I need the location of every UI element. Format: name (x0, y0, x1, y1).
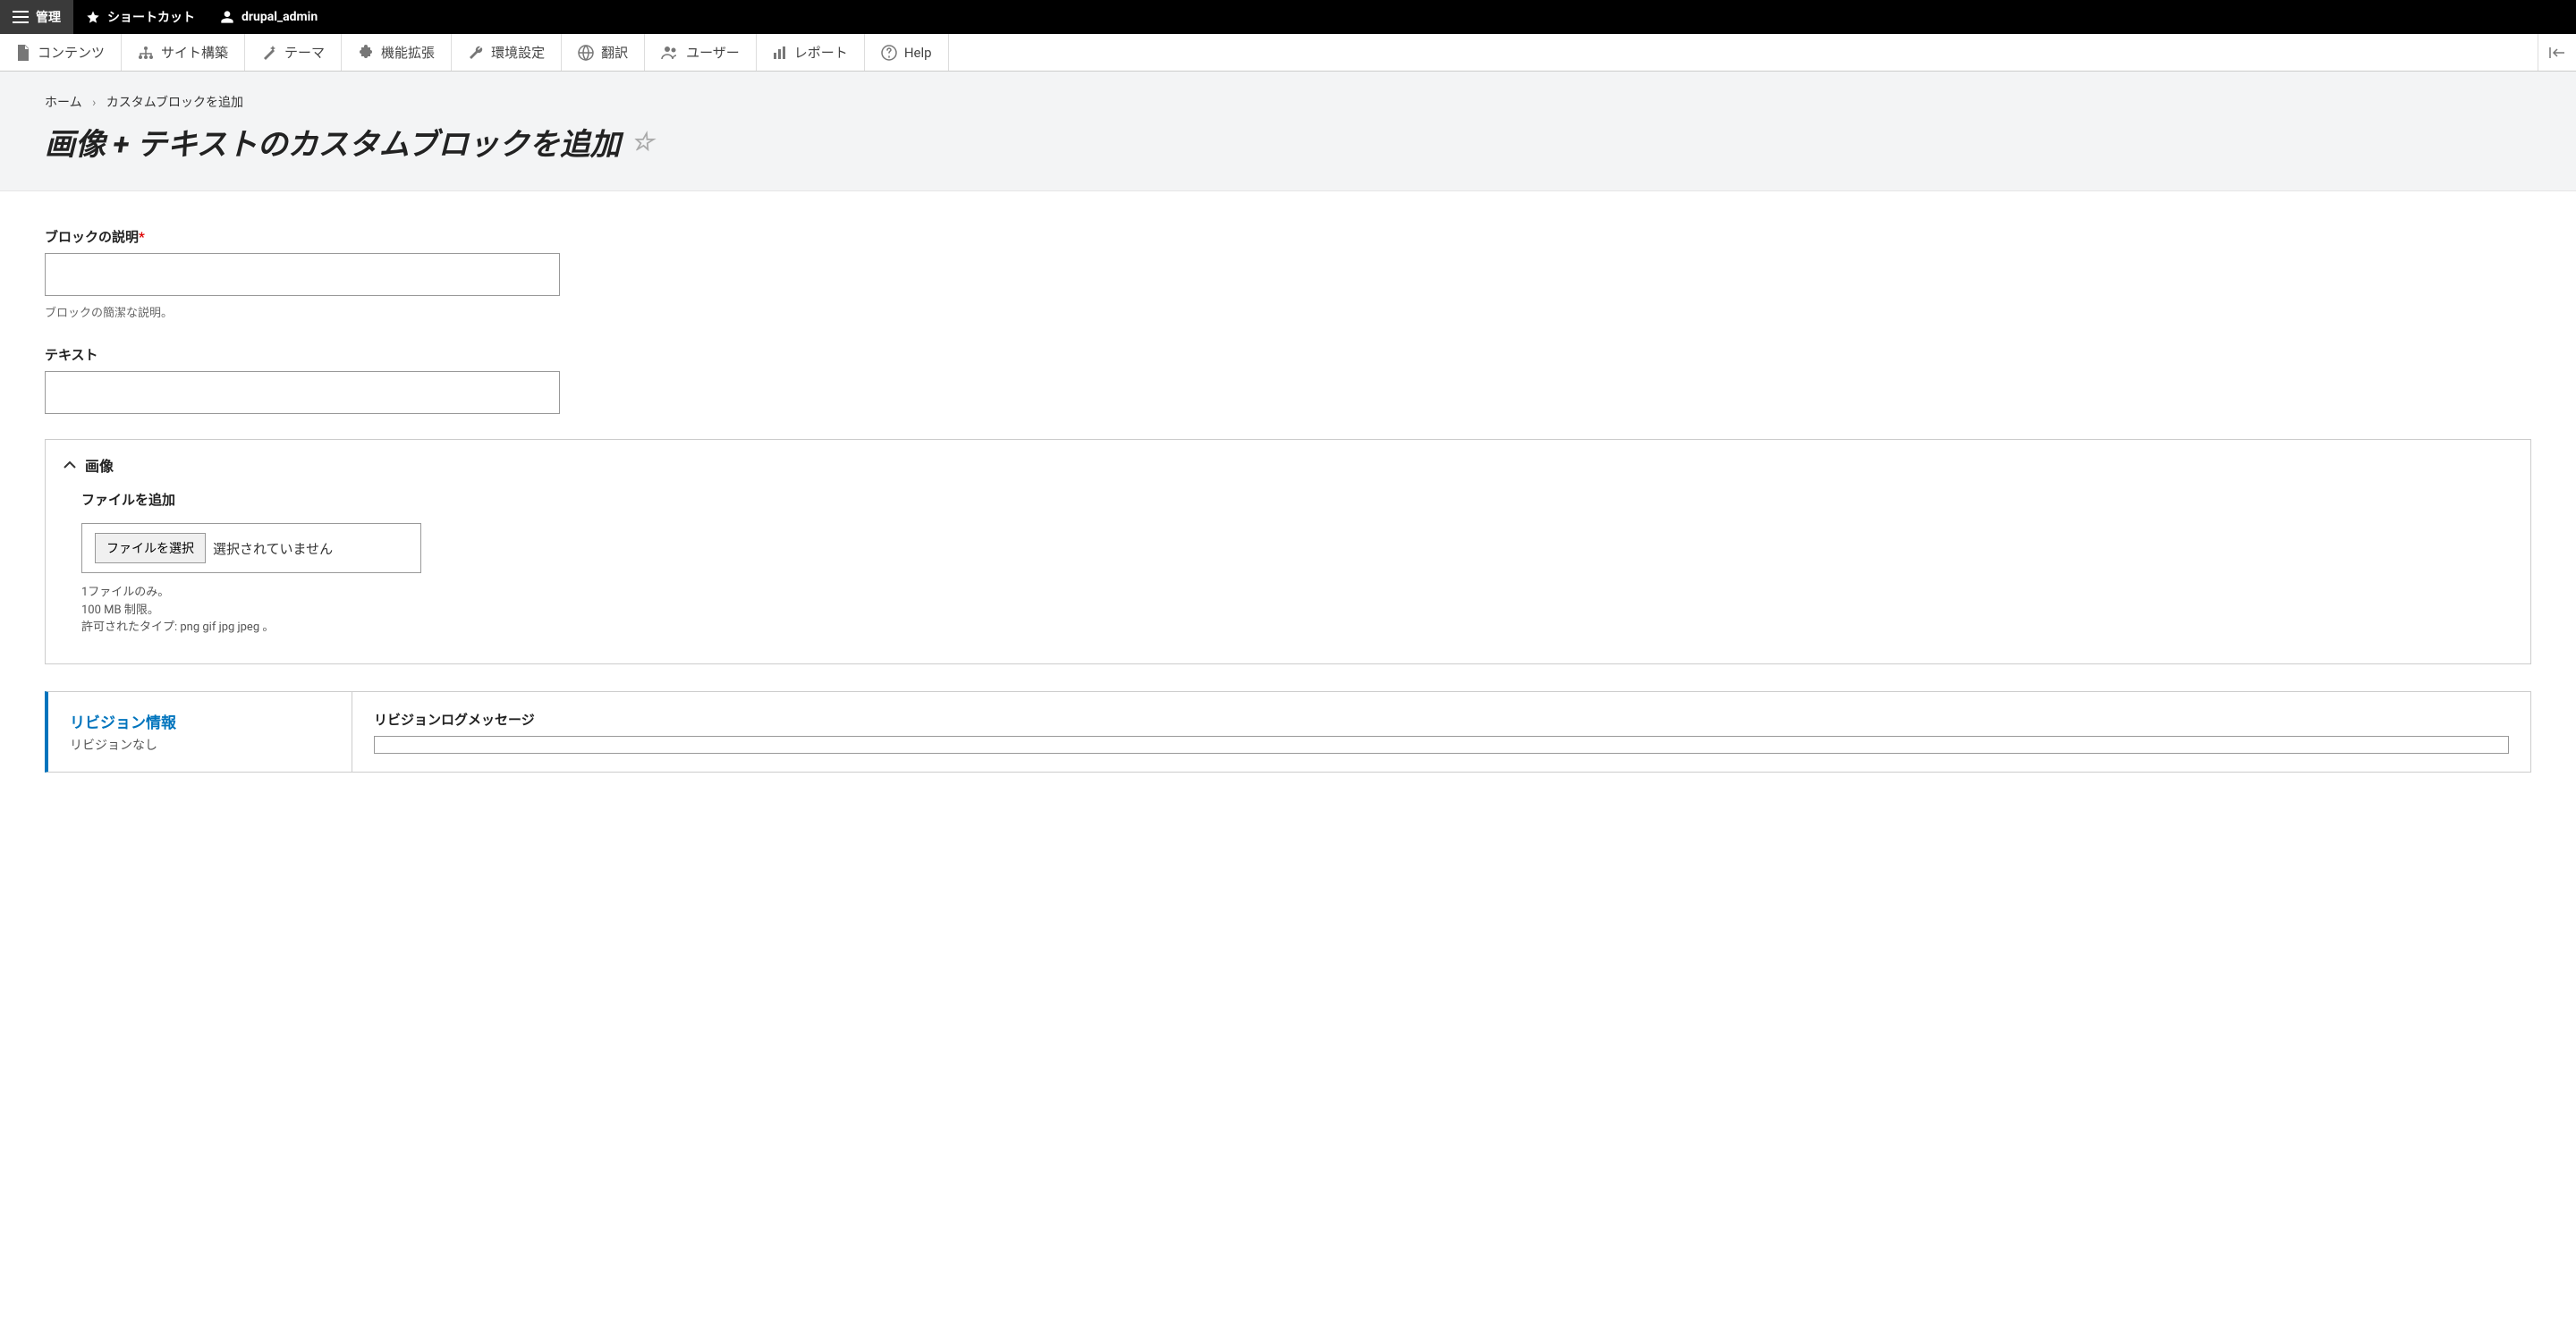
collapse-icon (2549, 46, 2565, 59)
breadcrumb-separator: › (92, 96, 96, 110)
revision-main: リビジョンログメッセージ (352, 692, 2530, 772)
text-input[interactable] (45, 371, 560, 414)
breadcrumb-home[interactable]: ホーム (45, 96, 82, 110)
admin-spacer (949, 34, 2538, 71)
revision-log-label: リビジョンログメッセージ (374, 710, 2509, 729)
chart-icon (773, 46, 787, 60)
admin-help[interactable]: Help (865, 34, 949, 71)
admin-extend-label: 機能拡張 (381, 43, 435, 62)
file-icon (16, 45, 30, 61)
image-fieldset-legend[interactable]: 画像 (46, 440, 2530, 490)
admin-content[interactable]: コンテンツ (0, 34, 122, 71)
block-description-input[interactable] (45, 253, 560, 296)
page-title-text: 画像 + テキストのカスタムブロックを追加 (45, 120, 621, 164)
puzzle-icon (358, 45, 374, 61)
admin-extend[interactable]: 機能拡張 (342, 34, 452, 71)
hamburger-icon (13, 11, 29, 23)
page-title: 画像 + テキストのカスタムブロックを追加 ☆ (45, 120, 2531, 164)
admin-help-label: Help (904, 45, 932, 61)
shortcuts-menu[interactable]: ショートカット (73, 0, 208, 34)
revision-tab[interactable]: リビジョン情報 リビジョンなし (48, 692, 352, 772)
admin-people[interactable]: ユーザー (645, 34, 757, 71)
user-icon (220, 10, 234, 24)
file-hint-count: 1ファイルのみ。 (81, 584, 2495, 602)
file-hints: 1ファイルのみ。 100 MB 制限。 許可されたタイプ: png gif jp… (81, 584, 2495, 637)
text-field: テキスト (45, 345, 2531, 414)
admin-content-label: コンテンツ (38, 43, 105, 62)
help-icon (881, 45, 897, 61)
block-description-label-text: ブロックの説明 (45, 229, 139, 245)
breadcrumb-add-block[interactable]: カスタムブロックを追加 (106, 96, 243, 110)
image-fieldset: 画像 ファイルを追加 ファイルを選択 選択されていません 1ファイルのみ。 10… (45, 439, 2531, 664)
chevron-up-icon (64, 460, 76, 469)
revision-tab-title: リビジョン情報 (70, 710, 330, 732)
admin-translate[interactable]: 翻訳 (562, 34, 645, 71)
revision-section: リビジョン情報 リビジョンなし リビジョンログメッセージ (45, 691, 2531, 773)
image-fieldset-body: ファイルを追加 ファイルを選択 選択されていません 1ファイルのみ。 100 M… (46, 490, 2530, 663)
revision-tab-subtitle: リビジョンなし (70, 736, 330, 754)
admin-structure[interactable]: サイト構築 (122, 34, 245, 71)
revision-log-textarea[interactable] (374, 736, 2509, 754)
admin-configuration[interactable]: 環境設定 (452, 34, 562, 71)
adminbar: コンテンツ サイト構築 テーマ 機能拡張 環境設定 翻訳 ユーザー レポート H… (0, 34, 2576, 72)
admin-reports-label: レポート (794, 43, 848, 62)
admin-translate-label: 翻訳 (601, 43, 628, 62)
add-file-label: ファイルを追加 (81, 490, 2495, 509)
header-region: ホーム › カスタムブロックを追加 画像 + テキストのカスタムブロックを追加 … (0, 72, 2576, 191)
wrench-icon (468, 45, 484, 61)
content: ブロックの説明* ブロックの簡潔な説明。 テキスト 画像 ファイルを追加 ファイ… (0, 191, 2576, 808)
file-upload-status: 選択されていません (213, 539, 333, 558)
block-description-field: ブロックの説明* ブロックの簡潔な説明。 (45, 227, 2531, 320)
file-hint-size: 100 MB 制限。 (81, 602, 2495, 620)
text-label: テキスト (45, 345, 2531, 364)
admin-configuration-label: 環境設定 (491, 43, 545, 62)
file-upload-widget: ファイルを選択 選択されていません (81, 523, 421, 573)
add-shortcut-star-icon[interactable]: ☆ (631, 127, 654, 156)
image-fieldset-legend-text: 画像 (85, 454, 114, 476)
manage-menu[interactable]: 管理 (0, 0, 73, 34)
admin-appearance[interactable]: テーマ (245, 34, 342, 71)
globe-icon (578, 45, 594, 61)
breadcrumb: ホーム › カスタムブロックを追加 (45, 93, 2531, 111)
user-label: drupal_admin (242, 10, 318, 24)
manage-label: 管理 (36, 8, 61, 26)
required-marker: * (139, 229, 145, 245)
shortcuts-label: ショートカット (107, 8, 195, 26)
star-icon (86, 10, 100, 24)
admin-people-label: ユーザー (686, 43, 740, 62)
structure-icon (138, 46, 154, 60)
admin-structure-label: サイト構築 (161, 43, 228, 62)
admin-appearance-label: テーマ (284, 43, 325, 62)
choose-file-button[interactable]: ファイルを選択 (95, 533, 206, 563)
block-description-label: ブロックの説明* (45, 227, 2531, 246)
wand-icon (261, 45, 277, 61)
people-icon (661, 46, 679, 60)
file-hint-types: 許可されたタイプ: png gif jpg jpeg 。 (81, 619, 2495, 637)
admin-reports[interactable]: レポート (757, 34, 865, 71)
topbar: 管理 ショートカット drupal_admin (0, 0, 2576, 34)
user-menu[interactable]: drupal_admin (208, 0, 330, 34)
admin-collapse-button[interactable] (2538, 34, 2576, 71)
block-description-help: ブロックの簡潔な説明。 (45, 303, 2531, 320)
